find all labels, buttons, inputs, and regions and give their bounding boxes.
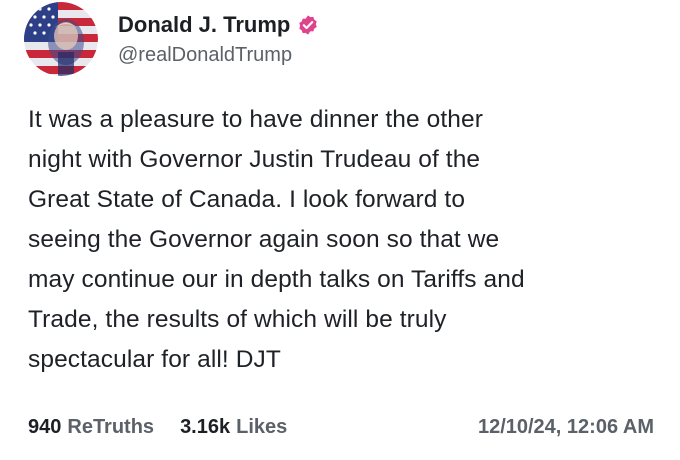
post-body-text: It was a pleasure to have dinner the oth… xyxy=(28,106,525,373)
likes-label: Likes xyxy=(236,415,288,438)
truth-post: Donald J. Trump @realDonaldTrump It was … xyxy=(0,0,680,460)
verified-badge-icon xyxy=(297,14,319,36)
post-footer: 940 ReTruths 3.16k Likes 12/10/24, 12:06… xyxy=(28,412,654,442)
author-handle[interactable]: @realDonaldTrump xyxy=(118,44,292,67)
flag-portrait-avatar-icon xyxy=(24,2,98,76)
retruths-count: 940 xyxy=(28,415,62,438)
retruths-stat[interactable]: 940 ReTruths xyxy=(28,416,154,439)
post-timestamp[interactable]: 12/10/24, 12:06 AM xyxy=(478,416,654,439)
likes-count: 3.16k xyxy=(180,415,231,438)
author-name-row: Donald J. Trump xyxy=(118,10,319,40)
author-display-name[interactable]: Donald J. Trump xyxy=(118,12,290,38)
author-avatar[interactable] xyxy=(24,2,98,76)
retruths-label: ReTruths xyxy=(67,415,155,438)
likes-stat[interactable]: 3.16k Likes xyxy=(180,416,287,439)
